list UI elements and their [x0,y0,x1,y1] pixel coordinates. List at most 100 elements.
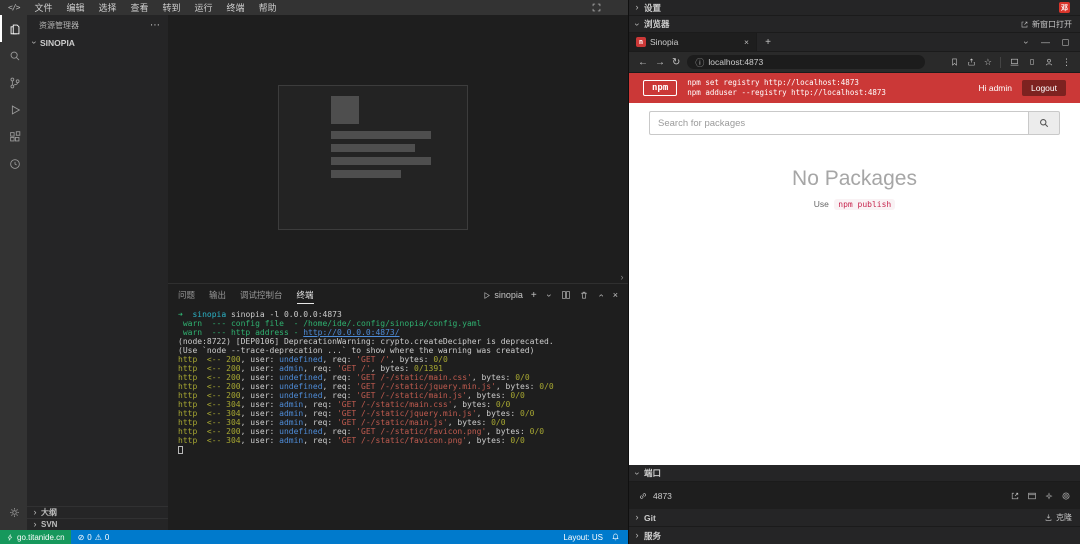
panel-tab-0[interactable]: 问题 [178,287,195,304]
bell-icon[interactable] [611,532,620,542]
terminal-output[interactable]: ➜ sinopia sinopia -l 0.0.0.0:4873 warn -… [168,306,628,530]
root-folder-label: SINOPIA [40,38,75,48]
remote-icon [6,533,14,542]
terminal-line: http <-- 304, user: admin, req: 'GET /-/… [178,409,628,418]
activity-explorer[interactable] [0,15,27,42]
sidebar-title: 资源管理器 [39,20,79,31]
avatar-icon[interactable] [1044,57,1054,67]
ports-label: 端口 [644,467,661,479]
bookmark-icon[interactable] [950,57,959,67]
play-debug-icon [8,103,22,117]
star-icon[interactable]: ☆ [984,57,992,68]
panel-tab-2[interactable]: 调试控制台 [240,287,283,304]
menu-item-7[interactable]: 帮助 [252,1,284,14]
more-options-icon[interactable]: ⋮ [1062,57,1071,68]
activity-item-circle[interactable] [0,150,27,177]
extensions-icon [8,130,22,144]
terminal-profile[interactable]: sinopia [482,290,523,300]
menu-item-2[interactable]: 选择 [91,1,123,14]
activity-extensions[interactable] [0,123,27,150]
ports-view: 4873 [629,482,1080,509]
section-git[interactable]: › Git 克隆 [629,509,1080,527]
port-settings-button[interactable] [1044,491,1054,501]
activity-settings[interactable] [0,499,27,526]
browser-tab-bar: n Sinopia × + › — [629,33,1080,52]
bottom-panel: 问题输出调试控制台终端 sinopia + › [168,283,628,530]
activity-source-control[interactable] [0,69,27,96]
split-terminal-button[interactable] [561,290,571,300]
preview-button[interactable] [1027,491,1037,501]
terminal-line: warn --- http address - http://0.0.0.0:4… [178,328,628,337]
activity-search[interactable] [0,42,27,69]
activity-run-debug[interactable] [0,96,27,123]
kill-terminal-button[interactable] [579,290,589,300]
outline-section[interactable]: › 大纲 [27,506,168,518]
panel-header: 问题输出调试控制台终端 sinopia + › [168,284,628,306]
browser-minimize-button[interactable]: — [1041,37,1050,47]
terminal-line: http <-- 200, user: undefined, req: 'GET… [178,391,628,400]
mobile-icon[interactable] [1028,57,1036,67]
terminal-line: warn --- config file - /home/ide/.config… [178,319,628,328]
menu-item-3[interactable]: 查看 [124,1,156,14]
stop-port-button[interactable] [1061,491,1071,501]
panel-tabs: 问题输出调试控制台终端 [178,287,314,304]
user-avatar[interactable]: 邓 [1059,2,1070,13]
share-icon[interactable] [967,57,976,67]
explorer-root-item[interactable]: › SINOPIA [27,35,168,50]
browser-tab[interactable]: n Sinopia × [629,33,757,51]
problems-status[interactable]: ⊘ 0 ⚠ 0 [71,533,117,542]
logout-button[interactable]: Logout [1022,80,1066,96]
maximize-panel-button[interactable]: › [596,291,605,299]
menu-item-0[interactable]: 文件 [27,1,59,14]
section-settings[interactable]: › 设置 邓 [629,0,1080,16]
chevron-down-icon: › [633,469,642,477]
back-button[interactable]: ← [638,57,648,68]
section-ports[interactable]: › 端口 [629,465,1080,482]
chevron-right-icon: › [31,520,39,529]
refresh-button[interactable]: ↻ [672,57,680,68]
chevron-right-icon: › [633,3,641,12]
npm-header: npm npm set registry http://localhost:48… [629,73,1080,103]
terminal-cursor [178,446,183,454]
new-tab-button[interactable]: + [757,33,779,51]
search-input[interactable] [649,111,1028,135]
new-terminal-button[interactable]: + [531,290,537,301]
panel-tab-3[interactable]: 终端 [297,287,314,304]
terminal-line: http <-- 200, user: undefined, req: 'GET… [178,355,628,364]
layout-status[interactable]: Layout: US [563,533,603,542]
panel-tab-1[interactable]: 输出 [209,287,226,304]
link-icon [638,491,648,501]
laptop-icon[interactable] [1009,57,1020,67]
browser-dropdown-button[interactable]: › [1022,38,1031,46]
section-browser[interactable]: › 浏览器 新窗口打开 [629,16,1080,33]
more-actions-icon[interactable]: ⋯ [150,20,160,31]
menu-item-1[interactable]: 编辑 [59,1,91,14]
tab-close-button[interactable]: × [744,37,749,47]
search-button[interactable] [1028,111,1060,135]
menu-item-5[interactable]: 运行 [188,1,220,14]
empty-state: No Packages Use npm publish [629,167,1080,209]
open-in-browser-button[interactable] [1010,491,1020,501]
menu-item-4[interactable]: 转到 [156,1,188,14]
section-services[interactable]: › 服务 [629,527,1080,544]
port-number[interactable]: 4873 [653,491,672,501]
remote-badge[interactable]: go.titanide.cn [0,530,71,544]
clone-label: 克隆 [1056,512,1072,523]
terminal-line: http <-- 200, user: undefined, req: 'GET… [178,373,628,382]
secondary-sidebar-toggle[interactable]: › [618,273,626,282]
browser-float-button[interactable] [1061,38,1070,47]
open-new-window-button[interactable]: 新窗口打开 [1020,19,1076,30]
forward-button[interactable]: → [655,57,665,68]
expand-icon[interactable] [591,2,602,13]
url-field[interactable]: ⓘ localhost:4873 [687,55,925,69]
settings-label: 设置 [644,2,661,14]
menu-item-6[interactable]: 终端 [220,1,252,14]
chevron-down-icon: › [633,20,642,28]
error-icon: ⊘ [78,533,85,542]
url-text: localhost:4873 [708,57,763,67]
terminal-dropdown-button[interactable]: › [544,291,553,299]
close-panel-button[interactable]: × [613,290,618,300]
clone-button[interactable]: 克隆 [1044,512,1076,523]
svn-section[interactable]: › SVN [27,518,168,530]
npm-logo[interactable]: npm [643,80,677,96]
